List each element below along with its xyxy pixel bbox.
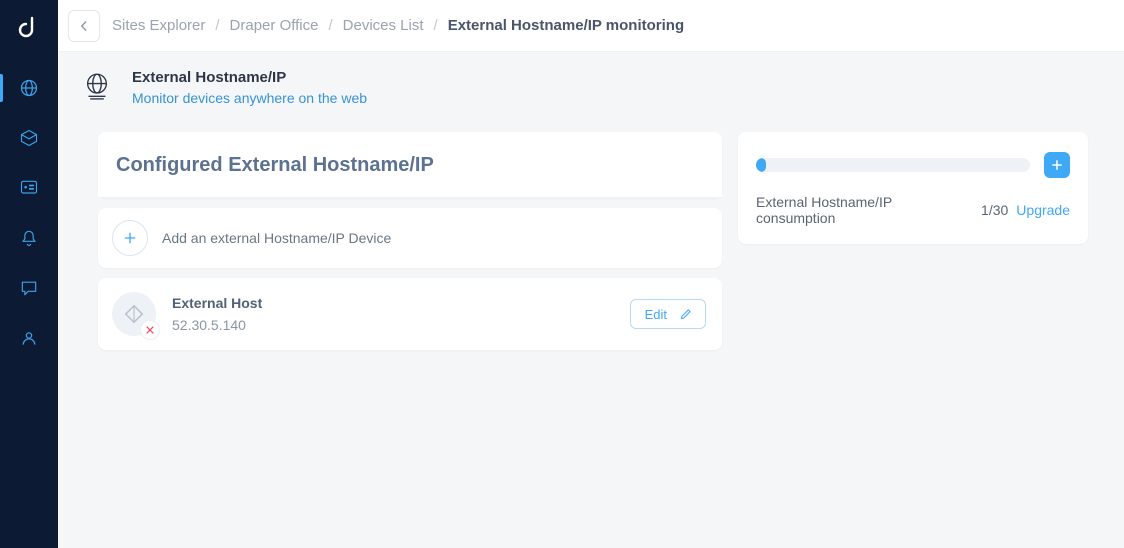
nav-item-dashboard[interactable] bbox=[0, 166, 58, 210]
device-ip: 52.30.5.140 bbox=[172, 317, 262, 333]
left-column: Configured External Hostname/IP Add an e… bbox=[98, 132, 722, 350]
globe-icon bbox=[19, 78, 39, 98]
content: Configured External Hostname/IP Add an e… bbox=[58, 124, 1124, 350]
dashboard-icon bbox=[19, 178, 39, 198]
consumption-card: External Hostname/IP consumption 1/30 Up… bbox=[738, 132, 1088, 244]
breadcrumb-link[interactable]: Devices List bbox=[343, 17, 424, 34]
page-header-icon bbox=[78, 68, 116, 106]
top-bar: Sites Explorer / Draper Office / Devices… bbox=[58, 0, 1124, 52]
device-row: External Host 52.30.5.140 Edit bbox=[98, 278, 722, 350]
consumption-progress-fill bbox=[756, 158, 766, 172]
add-device-label: Add an external Hostname/IP Device bbox=[162, 230, 391, 246]
x-icon bbox=[145, 325, 155, 335]
main-area: Sites Explorer / Draper Office / Devices… bbox=[58, 0, 1124, 548]
add-device-row[interactable]: Add an external Hostname/IP Device bbox=[98, 208, 722, 268]
consumption-count: 1/30 bbox=[981, 202, 1008, 218]
ethernet-icon bbox=[123, 303, 145, 325]
page-subtitle: Monitor devices anywhere on the web bbox=[132, 90, 367, 106]
page-title: External Hostname/IP bbox=[132, 69, 367, 86]
configured-card-title: Configured External Hostname/IP bbox=[98, 132, 722, 198]
device-text: External Host 52.30.5.140 bbox=[172, 295, 262, 333]
upgrade-link[interactable]: Upgrade bbox=[1016, 202, 1070, 218]
nav-item-box[interactable] bbox=[0, 116, 58, 160]
nav-item-globe[interactable] bbox=[0, 66, 58, 110]
nav-item-bell[interactable] bbox=[0, 216, 58, 260]
back-button[interactable] bbox=[68, 10, 100, 42]
box-icon bbox=[19, 128, 39, 148]
configured-card: Configured External Hostname/IP bbox=[98, 132, 722, 198]
plus-circle-icon bbox=[112, 220, 148, 256]
plus-icon bbox=[122, 230, 138, 246]
edit-button[interactable]: Edit bbox=[630, 299, 706, 329]
chat-icon bbox=[19, 278, 39, 298]
bell-icon bbox=[19, 228, 39, 248]
page-header: External Hostname/IP Monitor devices any… bbox=[58, 52, 1124, 124]
chevron-left-icon bbox=[77, 19, 91, 33]
edit-button-label: Edit bbox=[645, 307, 667, 322]
status-down-badge bbox=[140, 320, 160, 340]
consumption-progress bbox=[756, 158, 1030, 172]
pencil-icon bbox=[679, 307, 693, 321]
nav-item-profile[interactable] bbox=[0, 316, 58, 360]
breadcrumb-current: External Hostname/IP monitoring bbox=[448, 17, 684, 34]
breadcrumb-sep: / bbox=[215, 17, 219, 34]
profile-icon bbox=[19, 328, 39, 348]
breadcrumb-link[interactable]: Draper Office bbox=[230, 17, 319, 34]
nav-item-chat[interactable] bbox=[0, 266, 58, 310]
breadcrumb-sep: / bbox=[328, 17, 332, 34]
breadcrumb-link[interactable]: Sites Explorer bbox=[112, 17, 205, 34]
device-name: External Host bbox=[172, 295, 262, 311]
globe-stand-icon bbox=[80, 70, 114, 104]
breadcrumb-sep: / bbox=[434, 17, 438, 34]
plus-icon bbox=[1050, 158, 1064, 172]
right-column: External Hostname/IP consumption 1/30 Up… bbox=[738, 132, 1088, 350]
brand-logo bbox=[14, 12, 44, 42]
breadcrumb: Sites Explorer / Draper Office / Devices… bbox=[112, 17, 684, 34]
device-icon-wrap bbox=[112, 292, 156, 336]
side-nav bbox=[0, 0, 58, 548]
add-capacity-button[interactable] bbox=[1044, 152, 1070, 178]
consumption-label: External Hostname/IP consumption bbox=[756, 194, 973, 226]
